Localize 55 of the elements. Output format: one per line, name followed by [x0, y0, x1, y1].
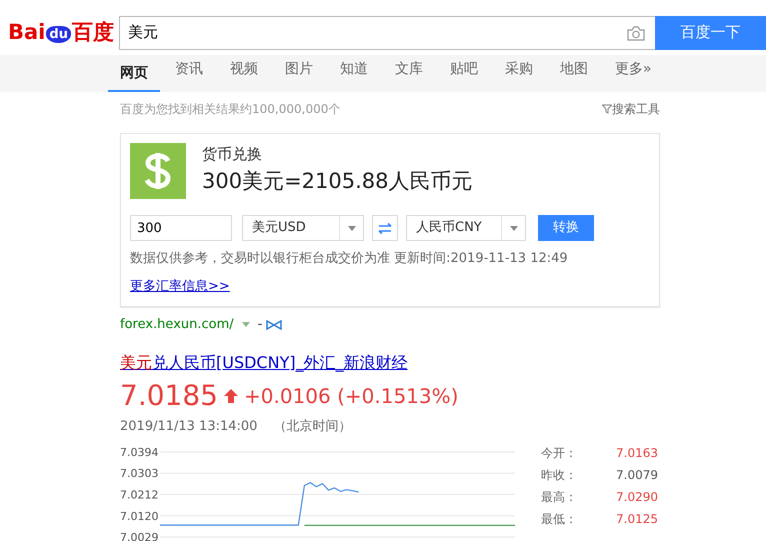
- stat-value: 7.0290: [616, 489, 658, 506]
- currency-select[interactable]: 人民币CNY: [406, 215, 526, 241]
- stat-label: 今开：: [541, 445, 577, 462]
- axis-tick-label: 7.0212: [120, 488, 158, 502]
- axis-tick-label: 7.0120: [120, 510, 158, 523]
- nav-tab[interactable]: 更多»: [615, 55, 652, 92]
- stat-value: 7.0125: [616, 511, 658, 528]
- stat-value: 7.0079: [616, 467, 658, 484]
- logo-text: Bai: [8, 22, 46, 43]
- nav-tab[interactable]: 采购: [505, 55, 533, 92]
- caret-icon: [348, 226, 356, 230]
- search-field[interactable]: 美元: [119, 16, 655, 50]
- logo-paw: du: [46, 26, 71, 43]
- search-button[interactable]: 百度一下: [654, 16, 766, 50]
- caret-icon: [510, 226, 518, 230]
- bow-icon[interactable]: [266, 320, 282, 330]
- filter-icon[interactable]: [602, 104, 612, 114]
- axis-tick-label: 7.0394: [120, 446, 158, 459]
- separator-text: -: [258, 316, 262, 334]
- axis-tick-label: 7.0029: [120, 531, 158, 541]
- logo-text: 百度: [72, 22, 114, 43]
- nav-tab[interactable]: 知道: [340, 55, 368, 92]
- currency-select[interactable]: 美元USD: [242, 215, 364, 241]
- convert-button[interactable]: 转换: [538, 215, 594, 241]
- stat-label: 最低：: [541, 511, 577, 528]
- nav-tab[interactable]: 文库: [395, 55, 423, 92]
- update-note: 数据仅供参考，交易时以银行柜台成交价为准 更新时间:2019-11-13 12:49: [130, 250, 569, 268]
- nav-tab[interactable]: 视频: [230, 55, 258, 92]
- up-arrow-icon: [224, 388, 238, 402]
- stat-value: 7.0163: [616, 445, 658, 462]
- axis-tick-label: 7.0303: [120, 467, 158, 480]
- nav-tab[interactable]: 图片: [285, 55, 313, 92]
- nav-tab[interactable]: 网页: [108, 55, 160, 92]
- swap-icon: [378, 222, 392, 234]
- quote-time: 2019/11/13 13:14:00: [120, 418, 258, 436]
- swap-button[interactable]: [372, 215, 398, 241]
- timezone-label: （北京时间）: [273, 418, 352, 436]
- search-tools-link[interactable]: 搜索工具: [612, 100, 660, 118]
- stat-label: 最高：: [541, 489, 577, 506]
- nav-tab[interactable]: 地图: [560, 55, 588, 92]
- result-title-link[interactable]: 美元兑人民币[USDCNY]_外汇_新浪财经: [120, 350, 408, 374]
- nav-tab[interactable]: 资讯: [175, 55, 203, 92]
- conversion-result: 300美元=2105.88人民币元: [202, 168, 473, 194]
- dollar-icon: [130, 143, 186, 199]
- nav-tab[interactable]: 贴吧: [450, 55, 478, 92]
- converter-title: 货币兑换: [202, 144, 263, 165]
- caret-icon[interactable]: [242, 322, 250, 328]
- amount-field[interactable]: 300: [130, 215, 232, 241]
- price-change: +0.0106 (+0.1513%): [244, 382, 458, 410]
- result-count: 百度为您找到相关结果约100,000,000个: [120, 101, 340, 118]
- more-rates-link[interactable]: 更多汇率信息>>: [130, 276, 230, 296]
- stat-label: 昨收：: [541, 467, 577, 484]
- price-value: 7.0185: [120, 378, 218, 414]
- camera-icon[interactable]: [626, 26, 645, 40]
- source-url[interactable]: forex.hexun.com/: [120, 315, 234, 334]
